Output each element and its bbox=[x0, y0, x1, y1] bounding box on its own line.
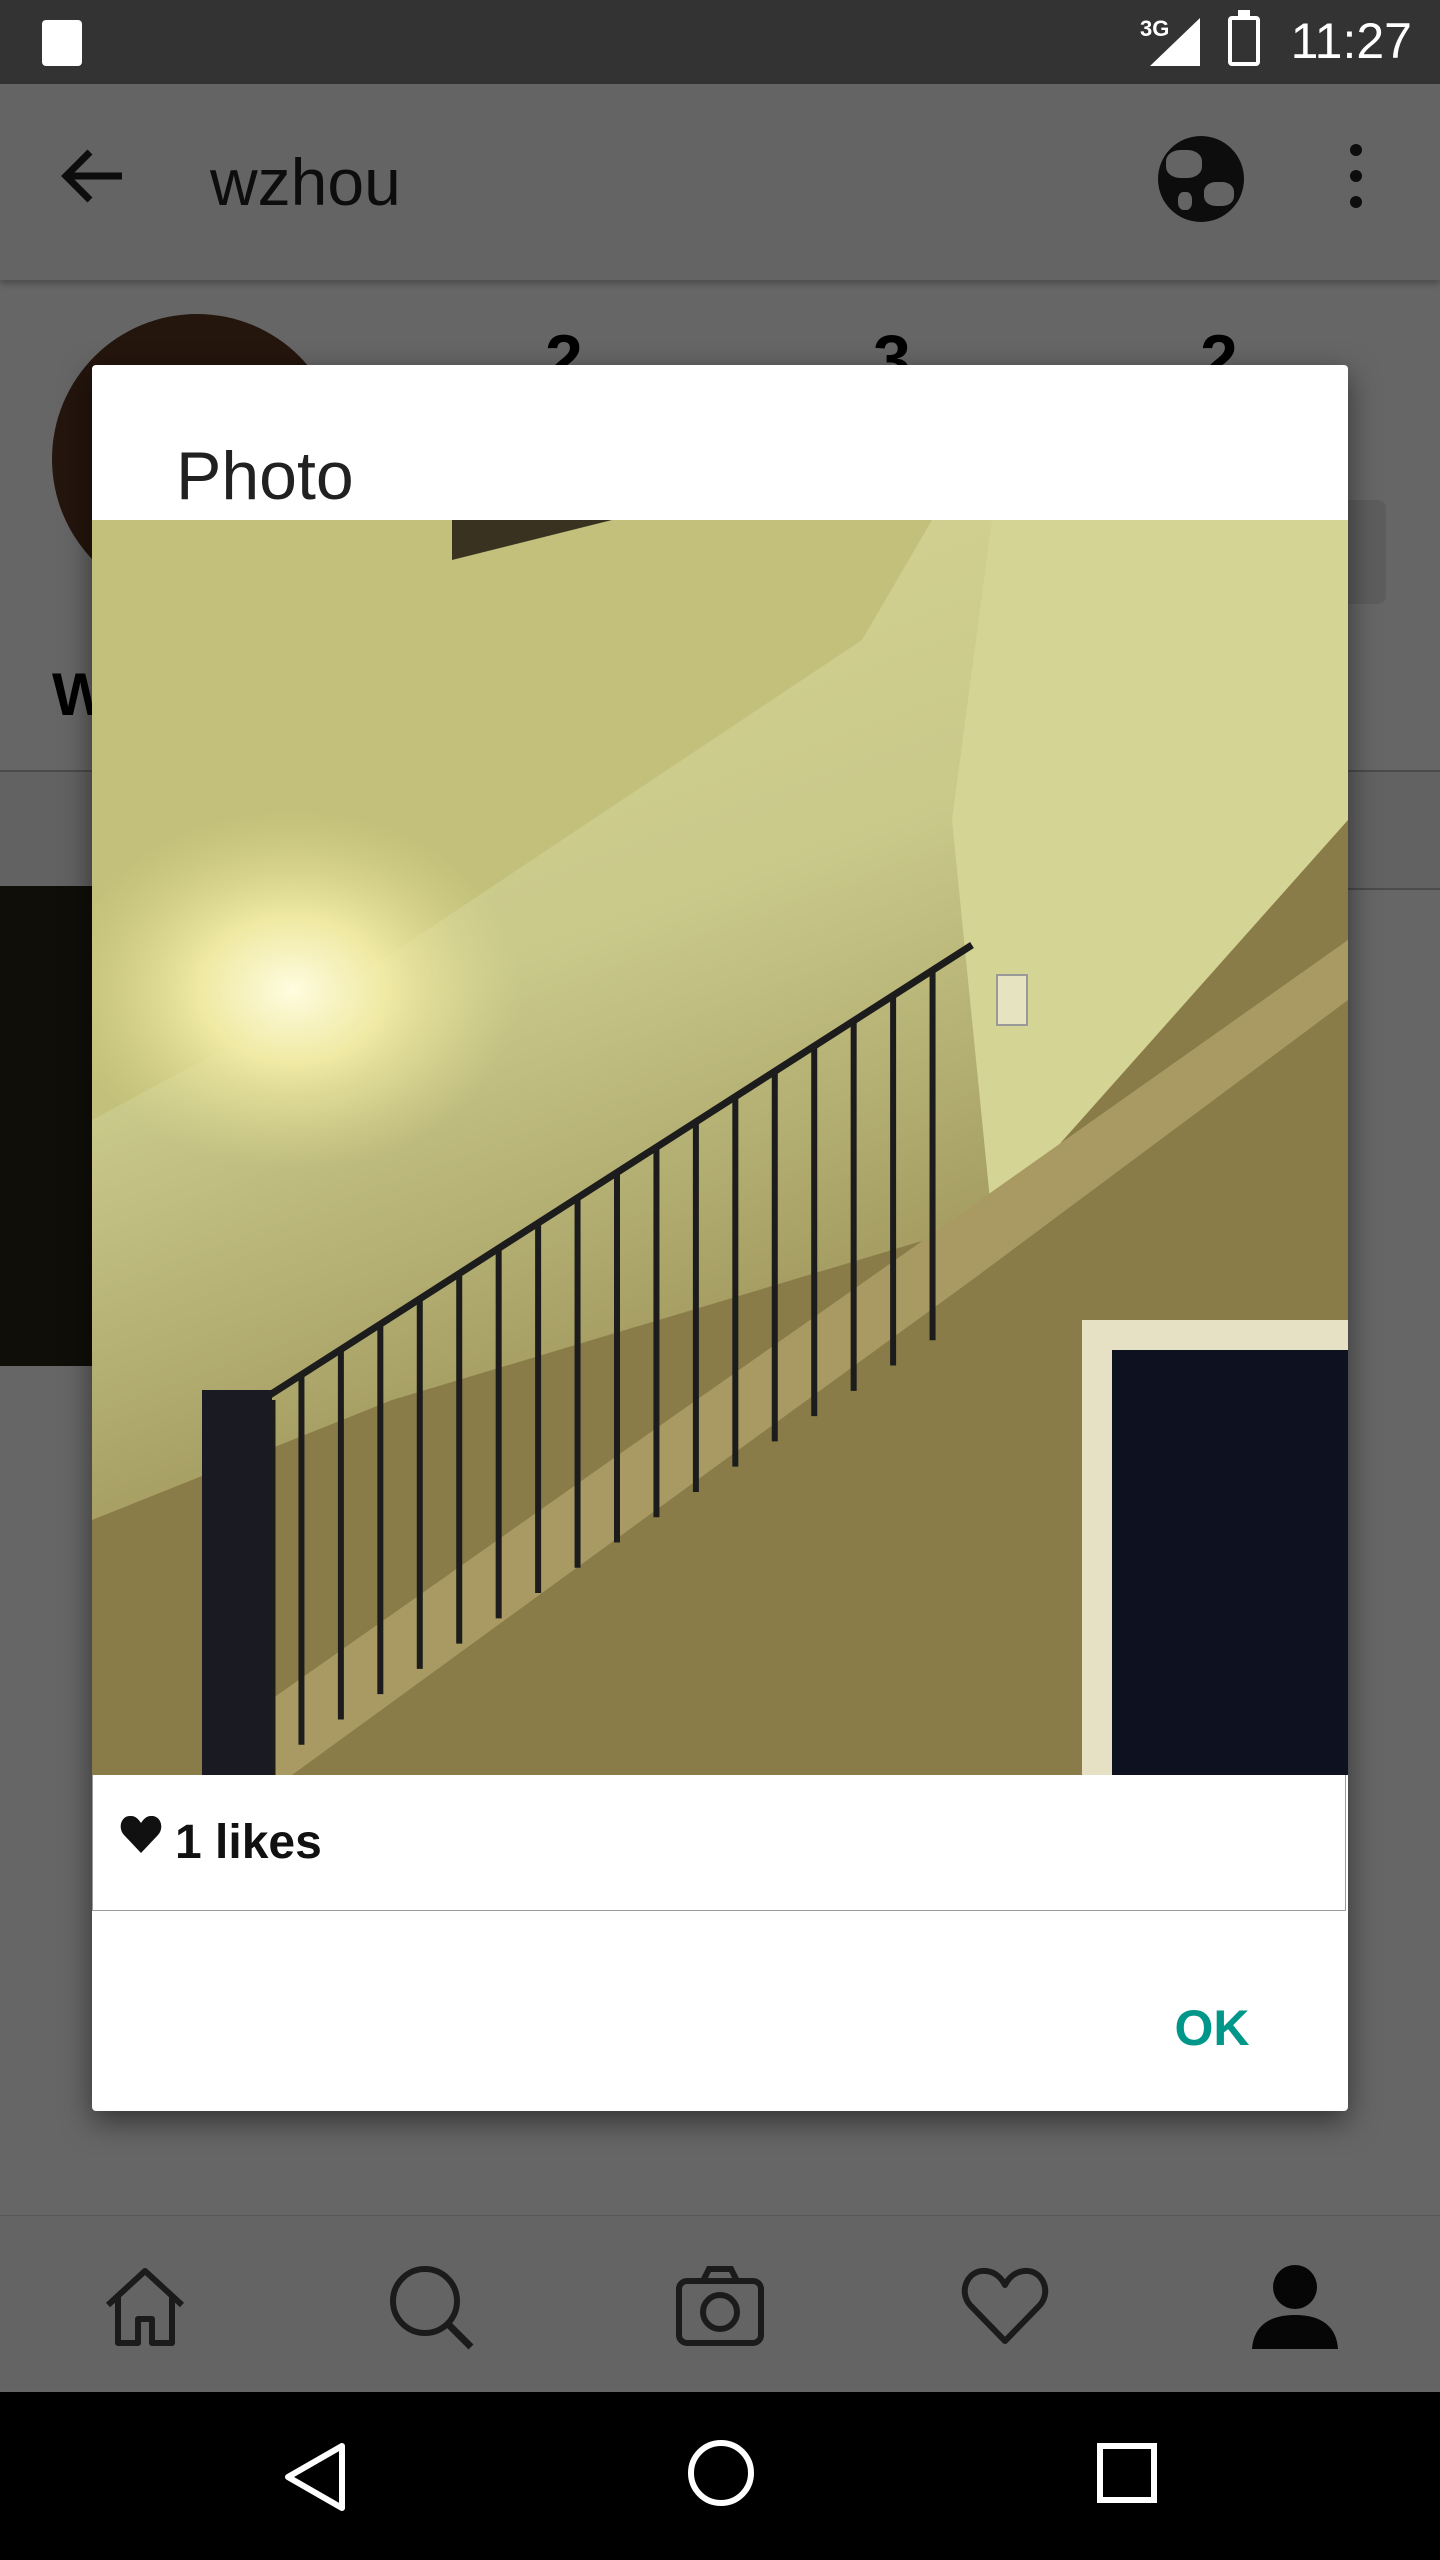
staircase-photo bbox=[92, 520, 1348, 1775]
sd-card-icon bbox=[42, 20, 82, 66]
home-circle-icon[interactable] bbox=[686, 2438, 756, 2513]
photo-dialog: Photo 1 likes OK bbox=[92, 365, 1348, 2111]
system-navigation-bar bbox=[0, 2392, 1440, 2560]
heart-icon[interactable] bbox=[119, 1813, 163, 1857]
signal-icon bbox=[1150, 18, 1200, 66]
clock: 11:27 bbox=[1290, 13, 1412, 69]
likes-count: 1 likes bbox=[175, 1816, 322, 1869]
ok-button[interactable]: OK bbox=[1122, 1983, 1302, 2073]
status-bar: 3G 11:27 bbox=[0, 0, 1440, 84]
battery-icon bbox=[1228, 10, 1260, 66]
recents-icon[interactable] bbox=[1096, 2442, 1158, 2509]
likes-row: 1 likes bbox=[92, 1775, 1346, 1911]
dialog-title: Photo bbox=[176, 438, 354, 514]
back-icon[interactable] bbox=[282, 2440, 348, 2519]
